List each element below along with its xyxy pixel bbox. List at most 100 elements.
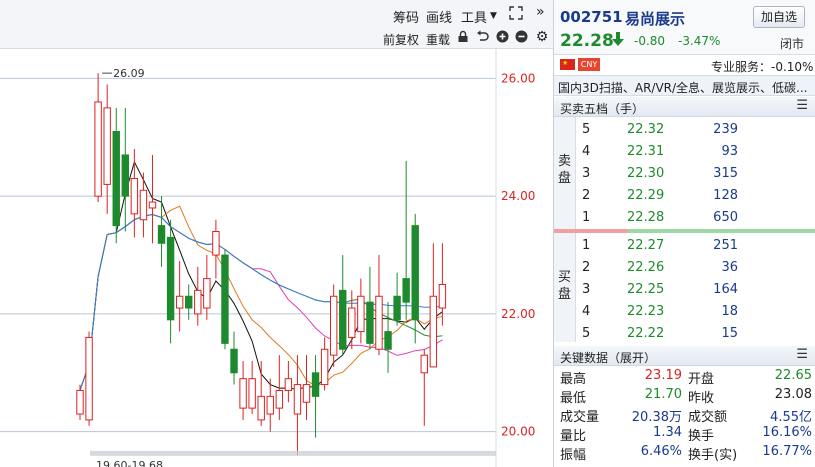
key-data-value: 21.70: [644, 387, 682, 402]
candle-body: [266, 395, 274, 415]
low-range-annotation: 19.60-19.68: [96, 459, 163, 467]
tools-dropdown-icon[interactable]: ▼: [490, 11, 497, 21]
down-arrow-icon: [612, 32, 624, 50]
candle-body: [230, 348, 238, 374]
forward-adjust-button[interactable]: 前复权: [383, 31, 419, 48]
low-range-band: [90, 450, 496, 456]
book-level: 5: [582, 326, 591, 341]
price-axis-label: 22.00: [501, 307, 535, 321]
price-change-percent: -3.47%: [678, 34, 721, 48]
candle-body: [384, 331, 392, 350]
ask-row[interactable]: 3 22.30 315: [576, 162, 815, 184]
book-price: 22.27: [627, 238, 665, 253]
china-flag-icon: ★: [560, 59, 575, 70]
collapse-chevron-icon[interactable]: »: [536, 4, 545, 20]
candle-body: [257, 395, 265, 421]
lock-icon[interactable]: [456, 30, 470, 44]
book-level: 3: [582, 282, 591, 297]
undo-icon[interactable]: [475, 30, 489, 44]
add-to-watchlist-button[interactable]: 加自选: [753, 6, 805, 28]
bid-row[interactable]: 4 22.23 18: [576, 300, 815, 322]
book-price: 22.32: [627, 122, 665, 137]
ask-row[interactable]: 5 22.32 239: [576, 118, 815, 140]
pro-service-link[interactable]: 专业服务：-0.10%: [711, 58, 813, 75]
quote-header: 002751 易尚展示 加自选 22.28 -0.80 -3.47% 闭市: [554, 0, 815, 54]
market-status: 闭市: [780, 37, 805, 51]
book-level: 5: [582, 122, 591, 137]
order-book-menu-icon[interactable]: ☰: [796, 98, 808, 113]
candle-body: [357, 295, 365, 333]
book-volume: 15: [721, 326, 738, 341]
book-volume: 93: [721, 144, 738, 159]
candle-body: [329, 295, 338, 356]
service-row: ★ CNY 专业服务：-0.10%: [554, 54, 815, 74]
candle-body: [157, 225, 166, 244]
candlestick-chart[interactable]: 26.00 24.00 22.00 20.00 26.09 19.60-19.68: [0, 49, 553, 467]
book-price: 22.30: [627, 166, 665, 181]
zoom-out-icon[interactable]: [514, 30, 528, 44]
candle-body: [94, 101, 102, 197]
candle-body: [121, 154, 129, 197]
book-volume: 18: [721, 304, 738, 319]
candle-body: [76, 389, 84, 415]
key-data-label: 振幅: [560, 448, 587, 463]
book-price: 22.26: [627, 260, 665, 275]
candle-body: [103, 107, 111, 185]
key-data-value: 1.34: [653, 425, 682, 440]
key-data-table: 最高 23.19 开盘 22.65 最低 21.70 昨收 23.08 成交量 20.38万 成交额…: [554, 366, 815, 467]
candle-body: [212, 231, 220, 256]
key-data-row: 成交量 20.38万 成交额 4.55亿: [554, 404, 815, 425]
candle-body: [85, 336, 93, 421]
ask-row[interactable]: 1 22.28 650: [576, 206, 815, 228]
bid-row[interactable]: 5 22.22 15: [576, 322, 815, 344]
book-volume: 36: [721, 260, 738, 275]
book-level: 1: [582, 210, 591, 225]
settings-gear-icon[interactable]: ⚙: [535, 30, 549, 44]
candle-body: [130, 178, 139, 215]
candle-body: [248, 378, 256, 409]
key-data-menu-icon[interactable]: ☰: [796, 347, 808, 362]
bid-row[interactable]: 1 22.27 251: [576, 234, 815, 256]
stock-window: 筹码 画线 工具 ▼ » 前复权 重载 ⚙ 26.00 24.00 22.00 …: [0, 0, 815, 467]
key-data-row: 量比 1.34 换手 16.16%: [554, 423, 815, 444]
candle-body: [284, 378, 293, 391]
fullscreen-icon[interactable]: [509, 6, 523, 24]
key-data-value: 22.65: [774, 368, 812, 383]
key-data-header[interactable]: 关键数据（展开） ☰: [554, 346, 815, 366]
candle-body: [339, 289, 347, 350]
book-price: 22.22: [627, 326, 665, 341]
candle-body: [375, 295, 383, 350]
candle-body: [239, 378, 247, 409]
ask-ratio-fill: [554, 229, 628, 233]
candle-body: [112, 130, 120, 227]
reload-button[interactable]: 重载: [426, 31, 450, 48]
book-volume: 239: [713, 122, 738, 137]
ask-row[interactable]: 2 22.29 128: [576, 184, 815, 206]
bid-row[interactable]: 3 22.25 164: [576, 278, 815, 300]
concept-tags[interactable]: 国内3D扫描、AR/VR/全息、展览展示、低碳...: [554, 75, 815, 96]
zoom-in-icon[interactable]: [495, 30, 509, 44]
key-data-row: 最低 21.70 昨收 23.08: [554, 385, 815, 406]
tools-menu-button[interactable]: 工具: [461, 7, 487, 26]
chart-toolbar: 筹码 画线 工具 ▼ »: [0, 0, 553, 27]
bid-side-label: 买 盘: [554, 233, 576, 342]
ask-side-label: 卖 盘: [554, 117, 576, 229]
bid-ask-ratio-bar: [554, 229, 815, 233]
candle-body: [221, 254, 229, 344]
order-book-title: 买卖五档（手）: [560, 102, 645, 116]
candle-body: [411, 225, 419, 321]
chart-subtoolbar: 前复权 重载 ⚙: [0, 27, 553, 49]
chips-button[interactable]: 筹码: [393, 7, 419, 26]
candle-body: [166, 236, 175, 321]
book-volume: 650: [713, 210, 738, 225]
draw-line-button[interactable]: 画线: [426, 7, 452, 26]
key-data-row: 振幅 6.46% 换手(实) 16.77%: [554, 442, 815, 463]
candle-body: [139, 189, 148, 221]
quote-panel: 002751 易尚展示 加自选 22.28 -0.80 -3.47% 闭市 ★ …: [553, 0, 815, 467]
order-book-header: 买卖五档（手） ☰: [554, 97, 815, 117]
book-level: 4: [582, 144, 591, 159]
ask-row[interactable]: 4 22.31 93: [576, 140, 815, 162]
bid-row[interactable]: 2 22.26 36: [576, 256, 815, 278]
key-data-row: 最高 23.19 开盘 22.65: [554, 366, 815, 387]
candle-body: [194, 289, 202, 315]
